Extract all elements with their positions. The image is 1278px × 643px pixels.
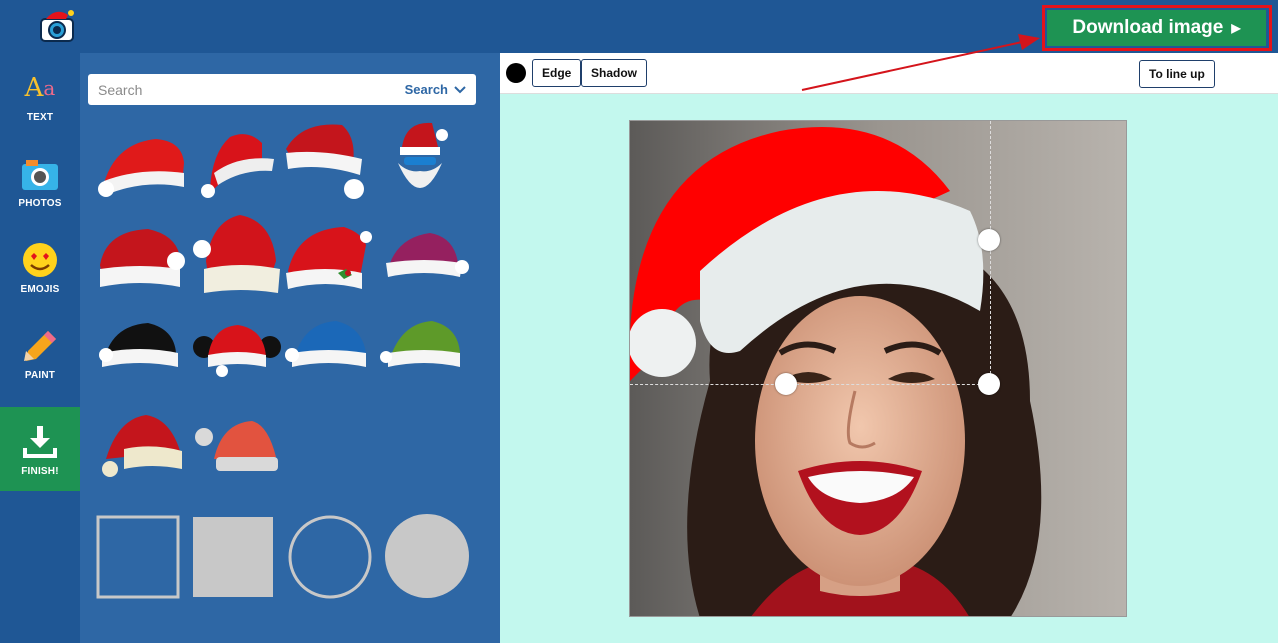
top-bar: Download image ▶	[0, 0, 1278, 53]
play-arrow-icon: ▶	[1231, 21, 1241, 35]
square-filled-shape[interactable]	[193, 517, 273, 597]
circle-filled-shape[interactable]	[385, 514, 469, 598]
camera-santa-logo-icon[interactable]	[38, 9, 78, 43]
horizontal-guide-line	[630, 384, 990, 385]
santa-hat-mouse-ears[interactable]	[192, 309, 282, 395]
rail-label-finish: FINISH!	[21, 466, 59, 477]
pencil-icon	[24, 331, 56, 361]
santa-hat-3[interactable]	[282, 119, 372, 205]
santa-hat-blue[interactable]	[282, 309, 372, 395]
santa-hat-purple[interactable]	[380, 221, 470, 307]
resize-handle-top-right[interactable]	[978, 229, 1000, 251]
chevron-down-icon	[454, 85, 466, 93]
text-aa-icon: Aa	[24, 73, 56, 103]
santa-hat-1[interactable]	[96, 123, 186, 209]
santa-hat-beard[interactable]	[380, 117, 470, 203]
santa-hat-2[interactable]	[192, 123, 282, 209]
santa-hat-5[interactable]	[96, 215, 186, 301]
search-button[interactable]: Search	[405, 82, 466, 97]
rail-label-emojis: EMOJIS	[20, 284, 60, 295]
portrait-photo	[630, 121, 1126, 616]
santa-hat-flat[interactable]	[192, 407, 282, 493]
search-bar: Search	[88, 74, 476, 105]
santa-hat-green[interactable]	[380, 309, 470, 395]
download-icon	[23, 426, 57, 458]
heart-eyes-emoji-icon	[23, 243, 57, 277]
rail-item-emojis[interactable]: EMOJIS	[0, 225, 80, 309]
santa-hat-black[interactable]	[96, 309, 186, 395]
rail-item-photos[interactable]: PHOTOS	[0, 139, 80, 223]
resize-handle-bottom-left[interactable]	[775, 373, 797, 395]
download-image-button[interactable]: Download image ▶	[1047, 10, 1266, 46]
circle-outline-shape[interactable]	[287, 514, 373, 600]
photo-camera-icon	[22, 160, 58, 190]
rail-label-photos: PHOTOS	[18, 198, 62, 209]
vertical-guide-line	[990, 121, 991, 384]
rail-label-paint: PAINT	[24, 370, 56, 381]
download-image-label: Download image	[1072, 17, 1224, 38]
rail-item-finish[interactable]: FINISH!	[0, 407, 80, 491]
resize-handle-bottom-right[interactable]	[978, 373, 1000, 395]
santa-hat-6[interactable]	[192, 211, 282, 297]
square-outline-shape[interactable]	[96, 515, 180, 599]
santa-hat-cream[interactable]	[96, 403, 186, 489]
rail-item-text[interactable]: Aa TEXT	[0, 53, 80, 137]
sticker-panel: Search	[80, 53, 500, 643]
search-input[interactable]	[98, 81, 405, 98]
color-swatch[interactable]	[506, 63, 526, 83]
santa-hat-holly[interactable]	[282, 215, 372, 301]
edge-button[interactable]: Edge	[532, 59, 582, 87]
shadow-button[interactable]: Shadow	[581, 59, 648, 87]
search-button-label: Search	[404, 82, 448, 97]
rail-label-text: TEXT	[26, 112, 54, 123]
editor-toolbar: Edge Shadow To line up	[500, 53, 1278, 94]
left-rail: Aa TEXT PHOTOS EMOJIS PAINT FINISH!	[0, 53, 80, 643]
rail-item-paint[interactable]: PAINT	[0, 311, 80, 395]
editing-canvas[interactable]	[629, 120, 1127, 617]
to-line-up-button[interactable]: To line up	[1139, 60, 1215, 88]
